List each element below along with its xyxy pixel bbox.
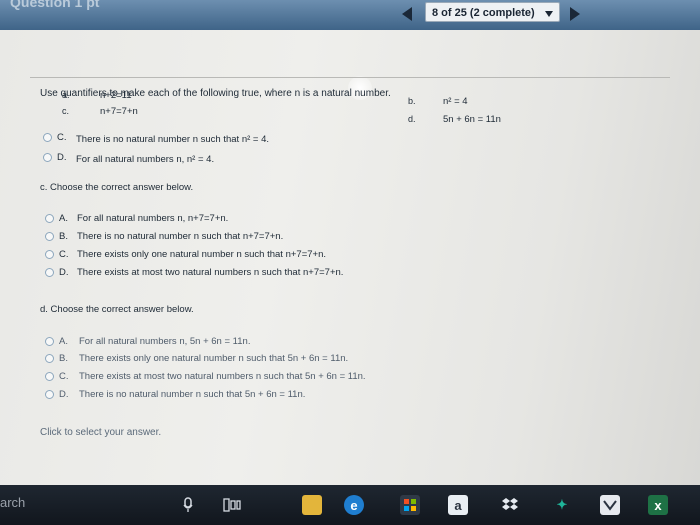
word-icon[interactable]: a xyxy=(448,495,468,515)
vs-icon[interactable] xyxy=(600,495,620,515)
microphone-icon[interactable] xyxy=(178,495,198,515)
statement-c-text: n+7=7+n xyxy=(100,106,138,117)
option-d-d-radio[interactable] xyxy=(45,390,54,399)
option-c-b-text[interactable]: There is no natural number n such that n… xyxy=(77,231,283,242)
option-c-c-letter: C. xyxy=(59,249,69,260)
file-explorer-icon[interactable] xyxy=(302,495,322,515)
option-c-c-text[interactable]: There exists only one natural number n s… xyxy=(77,249,326,260)
option-d-b-letter: B. xyxy=(59,353,68,364)
next-question-icon[interactable] xyxy=(570,7,580,21)
statement-d-letter: d. xyxy=(408,114,416,124)
option-d-a-letter: A. xyxy=(59,336,68,347)
statement-d-text: 5n + 6n = 11n xyxy=(443,114,501,125)
statement-b-text: n² = 4 xyxy=(443,96,468,107)
option-c-b-letter: B. xyxy=(59,231,68,242)
question-counter-dropdown[interactable]: 8 of 25 (2 complete) xyxy=(425,2,560,22)
option-c-d-radio[interactable] xyxy=(45,268,54,277)
question-prompt: Use quantifiers to make each of the foll… xyxy=(40,88,391,99)
app-icon[interactable]: ✦ xyxy=(552,495,572,515)
word-icon-letter: a xyxy=(454,497,462,513)
option-b-d-radio[interactable] xyxy=(43,153,52,162)
previous-question-icon[interactable] xyxy=(402,7,412,21)
option-c-d-text[interactable]: There exists at most two natural numbers… xyxy=(77,267,343,278)
option-d-c-text[interactable]: There exists at most two natural numbers… xyxy=(79,371,366,382)
answer-hint: Click to select your answer. xyxy=(40,427,162,438)
option-b-d-text[interactable]: For all natural numbers n, n² = 4. xyxy=(76,154,214,165)
dropbox-icon[interactable] xyxy=(500,495,520,515)
option-d-a-text[interactable]: For all natural numbers n, 5n + 6n = 11n… xyxy=(79,336,250,347)
part-c-label: c. Choose the correct answer below. xyxy=(40,182,194,193)
option-c-d-letter: D. xyxy=(59,267,69,278)
excel-icon[interactable]: x xyxy=(648,495,668,515)
chevron-down-icon xyxy=(545,11,553,17)
option-d-a-radio[interactable] xyxy=(45,337,54,346)
option-b-c-letter: C. xyxy=(57,132,67,143)
option-d-c-letter: C. xyxy=(59,371,69,382)
divider xyxy=(30,77,670,78)
statement-a-text: n+2=11 xyxy=(100,90,132,101)
option-b-d-letter: D. xyxy=(57,152,67,163)
option-c-a-text[interactable]: For all natural numbers n, n+7=7+n. xyxy=(77,213,228,224)
edge-icon[interactable]: e xyxy=(344,495,364,515)
taskbar-search-fragment[interactable]: arch xyxy=(0,495,25,510)
statement-b-letter: b. xyxy=(408,96,416,106)
statement-c-letter: c. xyxy=(62,106,70,116)
option-d-b-radio[interactable] xyxy=(45,354,54,363)
part-d-label: d. Choose the correct answer below. xyxy=(40,304,194,315)
option-c-a-letter: A. xyxy=(59,213,68,224)
task-view-icon[interactable] xyxy=(222,495,242,515)
option-d-d-letter: D. xyxy=(59,389,69,400)
store-icon[interactable] xyxy=(400,495,420,515)
option-c-c-radio[interactable] xyxy=(45,250,54,259)
taskbar: arch e a ✦ x xyxy=(0,485,700,525)
option-d-c-radio[interactable] xyxy=(45,372,54,381)
option-c-a-radio[interactable] xyxy=(45,214,54,223)
option-b-c-text[interactable]: There is no natural number n such that n… xyxy=(76,134,269,145)
question-header-bar: Question 1 pt 8 of 25 (2 complete) xyxy=(0,0,700,30)
option-b-c-radio[interactable] xyxy=(43,133,52,142)
question-counter-label: 8 of 25 (2 complete) xyxy=(432,7,535,19)
question-panel: Use quantifiers to make each of the foll… xyxy=(0,30,700,485)
header-title-fragment: Question 1 pt xyxy=(10,0,100,10)
option-d-d-text[interactable]: There is no natural number n such that 5… xyxy=(79,389,305,400)
option-d-b-text[interactable]: There exists only one natural number n s… xyxy=(79,353,348,364)
option-c-b-radio[interactable] xyxy=(45,232,54,241)
statement-a-letter: a. xyxy=(62,90,70,100)
